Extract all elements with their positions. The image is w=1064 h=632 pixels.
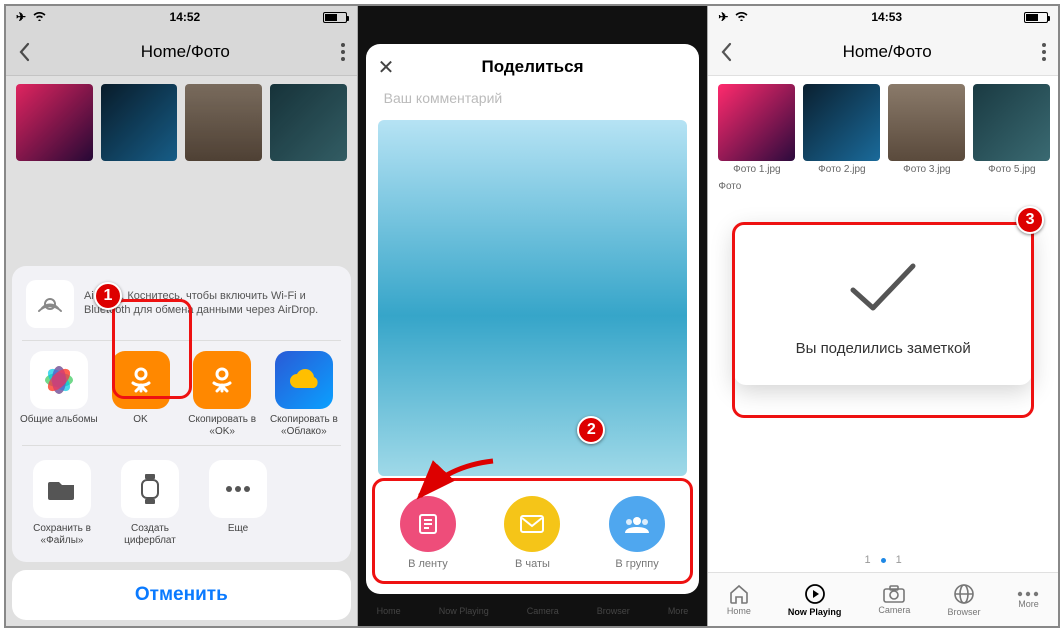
share-app-ok[interactable]: OK: [102, 351, 180, 426]
page-title: Home/Фото: [843, 42, 932, 62]
share-sheet: AirDrop. Коснитесь, чтобы включить Wi-Fi…: [12, 266, 351, 620]
toast-message: Вы поделились заметкой: [796, 340, 971, 357]
share-app-ok-copy[interactable]: Скопировать в «OK»: [183, 351, 261, 437]
panel-2-ok-share: ✕ Поделиться Ваш комментарий В ленту В ч…: [357, 6, 708, 626]
thumbnail[interactable]: [973, 84, 1050, 161]
share-modal: ✕ Поделиться Ваш комментарий В ленту В ч…: [366, 44, 700, 594]
thumbnail[interactable]: [803, 84, 880, 161]
thumb-caption: Фото 2.jpg: [818, 164, 865, 175]
tab-bar: Home Now Playing Camera Browser More: [708, 572, 1058, 626]
share-to-chats[interactable]: В чаты: [504, 496, 560, 570]
mail-icon: [520, 515, 544, 533]
watch-icon: [140, 474, 160, 504]
thumbnail[interactable]: [888, 84, 965, 161]
partial-caption: Фото: [708, 175, 1058, 192]
cancel-button[interactable]: Отменить: [12, 570, 351, 620]
share-app-cloud[interactable]: Скопировать в «Облако»: [265, 351, 343, 437]
back-button[interactable]: [720, 42, 732, 62]
modal-title: Поделиться: [366, 57, 700, 77]
panel-3-success: ✈ 14:53 Home/Фото Фото 1.jpg Фото 2.jpg …: [707, 6, 1058, 626]
share-actions-row: Сохранить в «Файлы» Создать циферблат Ещ…: [12, 450, 351, 556]
pager: 1 1: [708, 554, 1058, 566]
action-save-files[interactable]: Сохранить в «Файлы»: [22, 460, 102, 546]
tab-now-playing[interactable]: Now Playing: [788, 583, 842, 617]
action-label: Сохранить в «Файлы»: [22, 523, 102, 546]
tab-camera[interactable]: Camera: [878, 585, 910, 615]
feed-icon: [416, 512, 440, 536]
panel-1-share-sheet: ✈ 14:52 Home/Фото: [6, 6, 357, 626]
play-icon: [804, 583, 826, 605]
action-label: Еще: [228, 523, 248, 535]
tab-more[interactable]: More: [1017, 591, 1039, 609]
target-label: В чаты: [515, 558, 550, 570]
modal-header: ✕ Поделиться: [366, 44, 700, 90]
share-to-group[interactable]: В группу: [609, 496, 665, 570]
folder-icon: [48, 478, 76, 500]
thumbnail-grid: Фото 1.jpg Фото 2.jpg Фото 3.jpg Фото 5.…: [708, 76, 1058, 175]
app-label: Скопировать в «Облако»: [265, 414, 343, 437]
thumb-caption: Фото 5.jpg: [988, 164, 1035, 175]
nav-bar: Home/Фото: [708, 28, 1058, 76]
pager-right: 1: [896, 554, 902, 566]
close-button[interactable]: ✕: [378, 55, 395, 80]
airdrop-row[interactable]: AirDrop. Коснитесь, чтобы включить Wi-Fi…: [12, 276, 351, 340]
tab-browser[interactable]: Browser: [947, 583, 980, 617]
wifi-icon: [734, 10, 749, 24]
target-label: В ленту: [408, 558, 448, 570]
action-label: Создать циферблат: [110, 523, 190, 546]
tab-home[interactable]: Home: [727, 584, 751, 616]
share-app-photos[interactable]: Общие альбомы: [20, 351, 98, 426]
step-badge-1: 1: [94, 282, 122, 310]
pager-left: 1: [865, 554, 871, 566]
status-bar: ✈ 14:53: [708, 6, 1058, 28]
share-to-feed[interactable]: В ленту: [400, 496, 456, 570]
thumbnail[interactable]: [718, 84, 795, 161]
thumb-caption: Фото 1.jpg: [733, 164, 780, 175]
app-label: Общие альбомы: [20, 414, 98, 426]
action-more[interactable]: Еще: [198, 460, 278, 546]
pager-dot: [881, 558, 886, 563]
battery-icon: [1024, 12, 1048, 23]
arrow-annotation: [408, 456, 498, 506]
home-icon: [728, 584, 750, 604]
checkmark-icon: [843, 258, 923, 318]
share-apps-row: Общие альбомы OK Скопировать в «OK» Скоп…: [12, 341, 351, 441]
action-watchface[interactable]: Создать циферблат: [110, 460, 190, 546]
preview-image: [378, 120, 688, 476]
clock: 14:53: [871, 10, 902, 24]
camera-icon: [883, 585, 905, 603]
success-toast: Вы поделились заметкой: [734, 224, 1032, 385]
more-icon: [226, 486, 250, 492]
step-badge-3: 3: [1016, 206, 1044, 234]
comment-input[interactable]: Ваш комментарий: [366, 90, 700, 114]
background-tabbar: HomeNow PlayingCameraBrowserMore: [358, 596, 708, 626]
thumb-caption: Фото 3.jpg: [903, 164, 950, 175]
group-icon: [623, 515, 651, 533]
app-label: OK: [133, 414, 147, 426]
target-label: В группу: [615, 558, 658, 570]
menu-button[interactable]: [1042, 43, 1046, 61]
airplane-icon: ✈: [718, 10, 728, 24]
globe-icon: [953, 583, 975, 605]
app-label: Скопировать в «OK»: [183, 414, 261, 437]
airdrop-icon: [26, 280, 74, 328]
more-icon: [1017, 591, 1039, 597]
